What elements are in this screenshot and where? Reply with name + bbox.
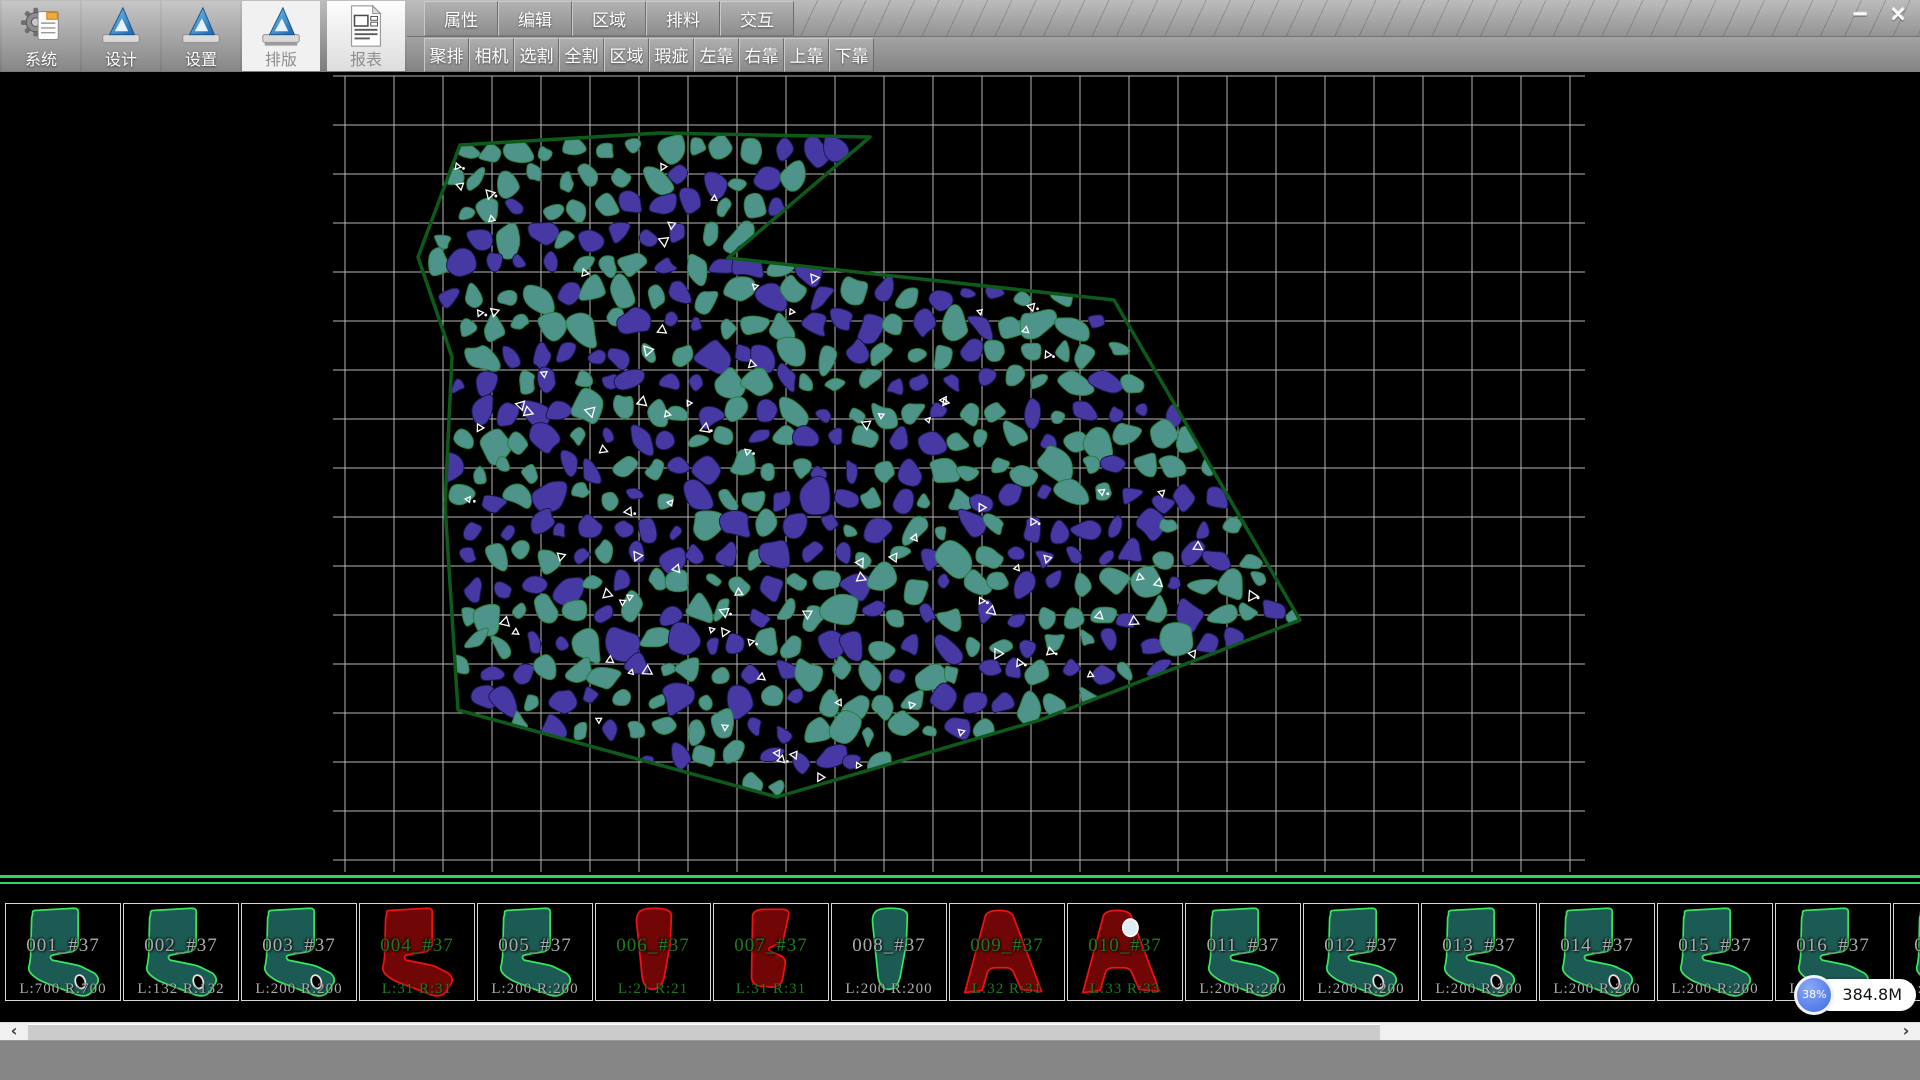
main-toolbar-button-1[interactable]: 系统 — [2, 1, 80, 71]
part-shape-icon — [1193, 905, 1292, 998]
report-document-icon — [343, 3, 389, 49]
main-toolbar-button-4[interactable]: 排版 — [242, 1, 320, 71]
menu-bar: 属性编辑区域排料交互 − × — [407, 0, 1920, 36]
application-window: 系统 设计 设置 排版 报表 属性编辑区域排料交互 − × 聚 — [0, 0, 1920, 1080]
part-shape-icon — [957, 905, 1056, 998]
parts-panel: 001_#37 L:700 R:700 002_#37 L:132 R:132 … — [0, 875, 1920, 1022]
menu-item[interactable]: 交互 — [720, 1, 794, 36]
tool-button[interactable]: 相机 — [469, 38, 514, 73]
nesting-canvas[interactable] — [0, 72, 1920, 875]
part-shape-icon — [1665, 905, 1764, 998]
close-button[interactable]: × — [1884, 3, 1912, 27]
part-shape-icon — [249, 905, 348, 998]
menu-item[interactable]: 区域 — [572, 1, 646, 36]
part-shape-icon — [13, 905, 112, 998]
scrollbar-thumb[interactable] — [28, 1024, 1380, 1040]
tool-button[interactable]: 瑕疵 — [649, 38, 694, 73]
main-toolbar-button-label: 设置 — [185, 51, 217, 69]
part-shape-icon — [1429, 905, 1528, 998]
part-thumbnail[interactable]: 008_#37 L:200 R:200 — [831, 903, 947, 1001]
menu-item[interactable]: 编辑 — [498, 1, 572, 36]
menu-item[interactable]: 属性 — [424, 1, 498, 36]
tool-button[interactable]: 下靠 — [829, 38, 874, 73]
part-thumbnail[interactable]: 013_#37 L:200 R:200 — [1421, 903, 1537, 1001]
title-bar: − × — [794, 0, 1920, 36]
part-thumbnail[interactable]: 012_#37 L:200 R:200 — [1303, 903, 1419, 1001]
part-thumbnail[interactable]: 007_#37 L:31 R:31 — [713, 903, 829, 1001]
main-toolbar-button-label: 排版 — [265, 51, 297, 69]
tool-button[interactable]: 左靠 — [694, 38, 739, 73]
part-thumbnail[interactable]: 005_#37 L:200 R:200 — [477, 903, 593, 1001]
toolbar: 系统 设计 设置 排版 报表 属性编辑区域排料交互 − × 聚 — [0, 0, 1920, 72]
part-thumbnail[interactable]: 004_#37 L:31 R:31 — [359, 903, 475, 1001]
part-shape-icon — [131, 905, 230, 998]
part-shape-icon — [485, 905, 584, 998]
part-list: 001_#37 L:700 R:700 002_#37 L:132 R:132 … — [5, 903, 1920, 1001]
status-badge: 38% 384.8M — [1794, 975, 1916, 1015]
main-toolbar-button-label: 系统 — [25, 51, 57, 69]
part-thumbnail[interactable]: 010_#37 L:33 R:33 — [1067, 903, 1183, 1001]
scroll-left-arrow[interactable]: ‹ — [2, 1023, 26, 1040]
menu-item[interactable]: 排料 — [646, 1, 720, 36]
part-thumbnail[interactable]: 003_#37 L:200 R:200 — [241, 903, 357, 1001]
main-toolbar-button-5[interactable]: 报表 — [327, 1, 405, 71]
part-thumbnail[interactable]: 014_#37 L:200 R:200 — [1539, 903, 1655, 1001]
part-shape-icon — [839, 905, 938, 998]
part-shape-icon — [1075, 905, 1174, 998]
menu-buttons: 属性编辑区域排料交互 — [424, 0, 794, 36]
toolbar-right: 属性编辑区域排料交互 − × 聚排相机选割全割区域瑕疵左靠右靠上靠下靠 — [407, 0, 1920, 72]
part-thumbnail[interactable]: 002_#37 L:132 R:132 — [123, 903, 239, 1001]
scroll-right-arrow[interactable]: › — [1894, 1023, 1918, 1040]
set-square-icon — [258, 3, 304, 49]
part-thumbnail[interactable]: 015_#37 L:200 R:200 — [1657, 903, 1773, 1001]
part-thumbnail[interactable]: 006_#37 L:21 R:21 — [595, 903, 711, 1001]
set-square-icon — [178, 3, 224, 49]
tool-button[interactable]: 上靠 — [784, 38, 829, 73]
horizontal-scrollbar[interactable]: ‹ › — [0, 1022, 1920, 1040]
tool-button[interactable]: 聚排 — [424, 38, 469, 73]
part-thumbnail[interactable]: 009_#37 L:32 R:31 — [949, 903, 1065, 1001]
main-toolbar-button-label: 设计 — [105, 51, 137, 69]
part-shape-icon — [1311, 905, 1410, 998]
part-thumbnail[interactable]: 011_#37 L:200 R:200 — [1185, 903, 1301, 1001]
part-thumbnail[interactable]: 001_#37 L:700 R:700 — [5, 903, 121, 1001]
part-shape-icon — [603, 905, 702, 998]
main-toolbar-button-label: 报表 — [350, 51, 382, 69]
part-shape-icon — [1547, 905, 1646, 998]
canvas-area — [0, 72, 1920, 875]
main-toolbar-button-2[interactable]: 设计 — [82, 1, 160, 71]
main-toolbar-button-3[interactable]: 设置 — [162, 1, 240, 71]
tool-button[interactable]: 右靠 — [739, 38, 784, 73]
tool-button[interactable]: 区域 — [604, 38, 649, 73]
main-toolbar: 系统 设计 设置 排版 报表 — [0, 0, 407, 72]
set-square-icon — [98, 3, 144, 49]
tool-button[interactable]: 选割 — [514, 38, 559, 73]
tool-button[interactable]: 全割 — [559, 38, 604, 73]
tool-row: 聚排相机选割全割区域瑕疵左靠右靠上靠下靠 — [407, 36, 1920, 73]
part-shape-icon — [721, 905, 820, 998]
panel-divider-line-2 — [0, 882, 1920, 884]
part-shape-icon — [367, 905, 466, 998]
status-bar — [0, 1040, 1920, 1080]
gear-document-icon — [18, 3, 64, 49]
minimize-button[interactable]: − — [1846, 3, 1874, 27]
